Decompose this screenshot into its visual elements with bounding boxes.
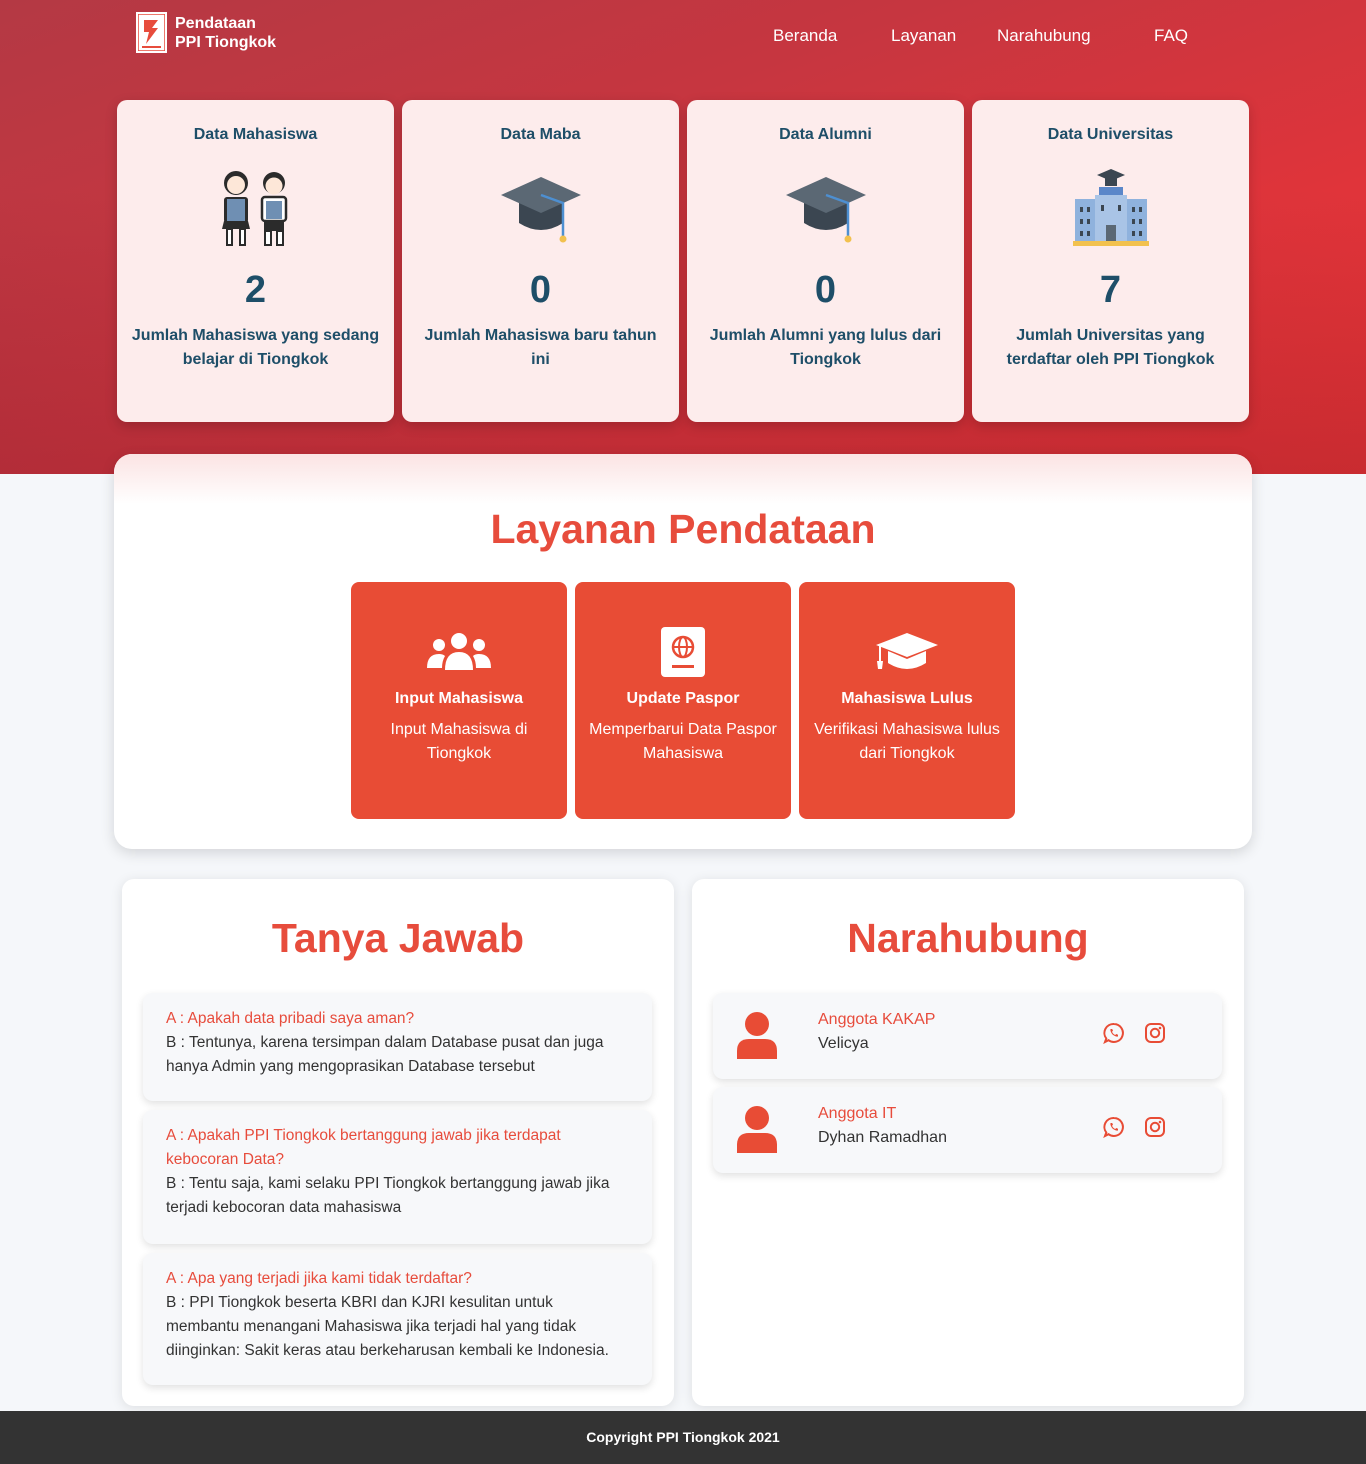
faq-answer: B : Tentu saja, kami selaku PPI Tiongkok… bbox=[166, 1175, 610, 1216]
graduation-cap-icon bbox=[799, 630, 1015, 674]
footer-copyright: Copyright PPI Tiongkok 2021 bbox=[586, 1429, 780, 1445]
stat-value: 0 bbox=[814, 269, 837, 311]
university-building-icon bbox=[1066, 162, 1156, 252]
contact-card: Anggota KAKAP Velicya bbox=[713, 993, 1222, 1079]
whatsapp-icon[interactable] bbox=[1103, 1116, 1125, 1143]
students-icon bbox=[211, 162, 301, 252]
stat-desc: Jumlah Mahasiswa yang sedang belajar di … bbox=[131, 327, 380, 368]
stat-value: 7 bbox=[1099, 269, 1122, 311]
brand-name: Pendataan PPI Tiongkok bbox=[175, 14, 276, 52]
contact-role: Anggota KAKAP bbox=[818, 1011, 936, 1028]
faq-answer: B : Tentunya, karena tersimpan dalam Dat… bbox=[166, 1034, 604, 1075]
instagram-icon[interactable] bbox=[1144, 1022, 1166, 1049]
passport-icon bbox=[575, 627, 791, 677]
stat-card-mahasiswa: Data Mahasiswa 2 Jumlah Mahasiswa yang s… bbox=[117, 100, 394, 422]
user-avatar-icon bbox=[735, 1105, 779, 1158]
stat-desc: Jumlah Alumni yang lulus dari Tiongkok bbox=[709, 327, 942, 368]
stat-title: Data Alumni bbox=[779, 126, 872, 143]
faq-title: Tanya Jawab bbox=[271, 915, 525, 961]
users-icon bbox=[351, 630, 567, 674]
nav-beranda[interactable]: Beranda bbox=[773, 26, 837, 46]
user-avatar-icon bbox=[735, 1011, 779, 1064]
service-title: Input Mahasiswa bbox=[394, 690, 524, 707]
service-title: Mahasiswa Lulus bbox=[841, 690, 973, 707]
nav-faq[interactable]: FAQ bbox=[1154, 26, 1188, 46]
faq-answer: B : PPI Tiongkok beserta KBRI dan KJRI k… bbox=[166, 1294, 609, 1359]
service-desc: Input Mahasiswa di Tiongkok bbox=[390, 721, 528, 762]
stat-card-maba: Data Maba 0 Jumlah Mahasiswa baru tahun … bbox=[402, 100, 679, 422]
brand-line2: PPI Tiongkok bbox=[175, 33, 277, 51]
nav-narahubung[interactable]: Narahubung bbox=[997, 26, 1091, 46]
layanan-section: Layanan Pendataan Input Mahasiswa Input … bbox=[114, 454, 1252, 849]
faq-question: A : Apakah PPI Tiongkok bertanggung jawa… bbox=[166, 1127, 561, 1168]
service-input-mahasiswa[interactable]: Input Mahasiswa Input Mahasiswa di Tiong… bbox=[351, 582, 567, 819]
graduation-cap-icon bbox=[781, 162, 871, 252]
contact-name: Velicya bbox=[818, 1035, 869, 1052]
contact-role: Anggota IT bbox=[818, 1105, 897, 1122]
brand[interactable]: Pendataan PPI Tiongkok bbox=[136, 12, 276, 53]
stat-card-alumni: Data Alumni 0 Jumlah Alumni yang lulus d… bbox=[687, 100, 964, 422]
ppi-logo-icon bbox=[136, 12, 167, 53]
faq-item: A : Apakah PPI Tiongkok bertanggung jawa… bbox=[143, 1110, 652, 1244]
layanan-title: Layanan Pendataan bbox=[490, 506, 876, 552]
service-desc: Verifikasi Mahasiswa lulus dari Tiongkok bbox=[814, 721, 1000, 762]
stat-title: Data Mahasiswa bbox=[193, 126, 318, 143]
whatsapp-icon[interactable] bbox=[1103, 1022, 1125, 1049]
nav-layanan[interactable]: Layanan bbox=[891, 26, 956, 46]
service-desc: Memperbarui Data Paspor Mahasiswa bbox=[589, 721, 777, 762]
instagram-icon[interactable] bbox=[1144, 1116, 1166, 1143]
stat-desc: Jumlah Universitas yang terdaftar oleh P… bbox=[1006, 327, 1215, 368]
stat-desc: Jumlah Mahasiswa baru tahun ini bbox=[424, 327, 657, 368]
stat-value: 0 bbox=[529, 269, 552, 311]
faq-question: A : Apakah data pribadi saya aman? bbox=[166, 1010, 415, 1027]
faq-item: A : Apa yang terjadi jika kami tidak ter… bbox=[143, 1253, 652, 1385]
contact-card: Anggota IT Dyhan Ramadhan bbox=[713, 1087, 1222, 1173]
contacts-section: Narahubung Anggota KAKAP Velicya Anggota… bbox=[692, 879, 1244, 1406]
stat-title: Data Maba bbox=[500, 126, 581, 143]
graduation-cap-icon bbox=[496, 162, 586, 252]
contact-name: Dyhan Ramadhan bbox=[818, 1129, 947, 1146]
stat-title: Data Universitas bbox=[1047, 126, 1174, 143]
footer: Copyright PPI Tiongkok 2021 bbox=[0, 1411, 1366, 1464]
faq-item: A : Apakah data pribadi saya aman? B : T… bbox=[143, 993, 652, 1101]
navbar: Pendataan PPI Tiongkok Beranda Layanan N… bbox=[0, 0, 1366, 72]
contacts-title: Narahubung bbox=[847, 915, 1089, 961]
brand-line1: Pendataan bbox=[175, 14, 256, 32]
service-update-paspor[interactable]: Update Paspor Memperbarui Data Paspor Ma… bbox=[575, 582, 791, 819]
stat-card-universitas: Data Universitas 7 Jumlah Universitas ya… bbox=[972, 100, 1249, 422]
faq-section: Tanya Jawab A : Apakah data pribadi saya… bbox=[122, 879, 674, 1406]
service-mahasiswa-lulus[interactable]: Mahasiswa Lulus Verifikasi Mahasiswa lul… bbox=[799, 582, 1015, 819]
stat-value: 2 bbox=[244, 269, 267, 311]
faq-question: A : Apa yang terjadi jika kami tidak ter… bbox=[166, 1270, 472, 1287]
service-title: Update Paspor bbox=[626, 690, 740, 707]
